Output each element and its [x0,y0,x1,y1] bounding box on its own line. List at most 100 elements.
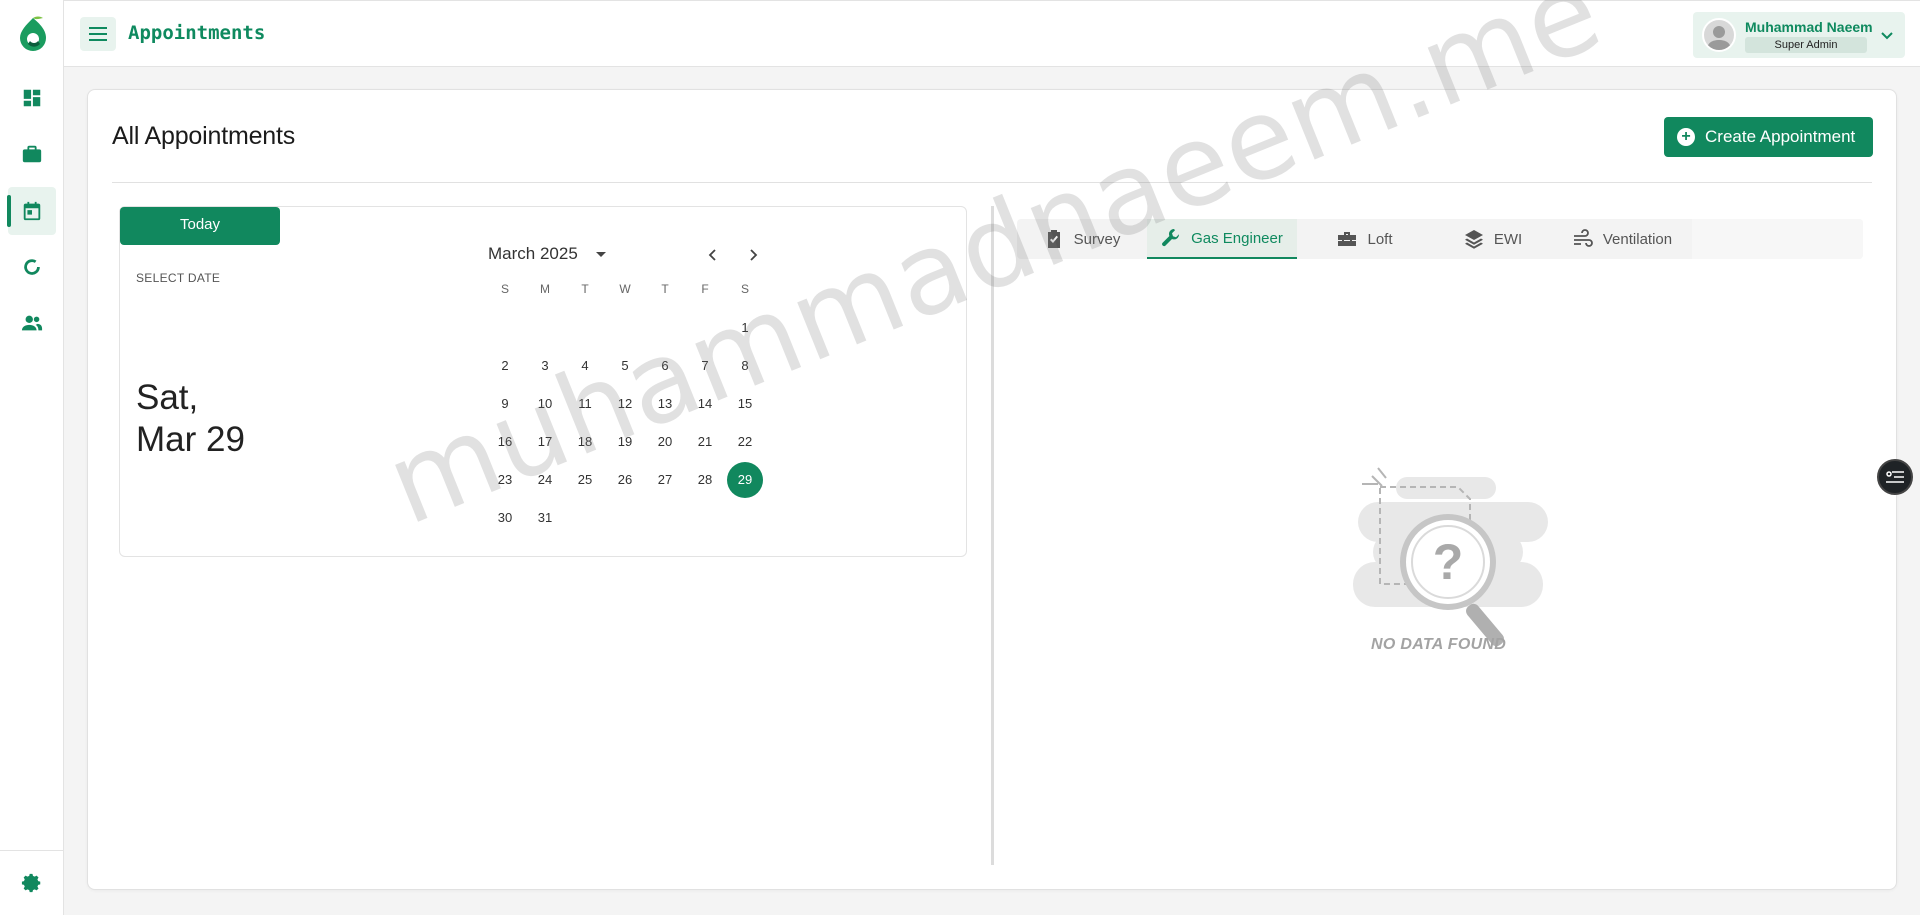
sidebar-item-settings[interactable] [8,859,56,907]
caret-down-icon [595,251,606,257]
sidebar-item-dashboard[interactable] [8,74,56,122]
sidebar-item-appointments[interactable] [7,187,56,235]
selected-month-day: Mar 29 [136,420,245,459]
tab-ewi[interactable]: EWI [1433,219,1553,259]
calendar-day[interactable]: 5 [607,348,643,384]
calendar-day-selected[interactable]: 29 [727,462,763,498]
create-appointment-button[interactable]: + Create Appointment [1664,117,1873,157]
tab-label: EWI [1493,230,1523,248]
calendar-day[interactable]: 14 [687,386,723,422]
date-picker: Today SELECT DATE Sat, Mar 29 March 2025… [119,206,967,557]
no-data-illustration: ? [1353,467,1548,647]
create-appointment-label: Create Appointment [1705,127,1856,146]
calendar-day[interactable]: 19 [607,424,643,460]
calendar-day[interactable]: 11 [567,386,603,422]
chevron-right-icon [750,249,758,261]
calendar-day[interactable]: 26 [607,462,643,498]
floating-filter-button[interactable] [1877,459,1913,495]
weekday-header: W [619,282,631,296]
month-year-selector[interactable]: March 2025 [488,244,606,264]
tab-loft[interactable]: Loft [1297,219,1433,259]
calendar-day[interactable]: 30 [487,500,523,536]
panel-divider [991,206,994,865]
clipboard-check-icon [1047,230,1060,248]
today-button[interactable]: Today [120,207,280,245]
month-year-label: March 2025 [488,244,578,263]
calendar-day[interactable]: 16 [487,424,523,460]
calendar-icon [23,201,41,221]
toolbox-icon [1338,232,1357,246]
calendar-day[interactable]: 28 [687,462,723,498]
page-title: Appointments [128,22,266,44]
empty-state: ? NO DATA FOUND [1348,462,1623,676]
layers-icon [1464,230,1483,249]
briefcase-icon [22,145,42,163]
user-menu[interactable]: Muhammad Naeem Super Admin [1693,12,1905,58]
calendar-day[interactable]: 12 [607,386,643,422]
next-month-button[interactable] [740,242,766,268]
app-logo[interactable] [16,14,50,52]
calendar-day[interactable]: 25 [567,462,603,498]
calendar-day[interactable]: 15 [727,386,763,422]
calendar-day[interactable]: 21 [687,424,723,460]
user-name: Muhammad Naeem [1745,19,1873,35]
user-role-badge: Super Admin [1745,37,1867,53]
weekday-header: M [540,282,550,296]
svg-text:?: ? [1433,534,1464,590]
user-avatar-icon [1707,26,1731,50]
avatar [1702,18,1736,52]
wind-icon [1573,229,1593,247]
select-date-label: SELECT DATE [136,271,221,285]
calendar-day[interactable]: 20 [647,424,683,460]
sidebar-footer [0,850,64,915]
section-title: All Appointments [112,122,296,150]
tab-ventilation[interactable]: Ventilation [1553,219,1692,259]
calendar-day[interactable]: 9 [487,386,523,422]
sidebar-item-reports[interactable] [8,243,56,291]
calendar-day[interactable]: 1 [727,310,763,346]
tabbar-filler [1692,219,1863,259]
selected-weekday: Sat, [136,378,199,417]
menu-toggle-button[interactable] [80,17,116,51]
tab-survey[interactable]: Survey [1017,219,1147,259]
calendar-day[interactable]: 23 [487,462,523,498]
previous-month-button[interactable] [700,242,726,268]
tab-gas-engineer[interactable]: Gas Engineer [1147,219,1297,259]
plus-circle-icon: + [1677,128,1695,146]
weekday-header: T [661,282,669,296]
calendar-day[interactable]: 6 [647,348,683,384]
sidebar-item-users[interactable] [8,299,56,347]
calendar-day[interactable]: 31 [527,500,563,536]
filter-list-icon [1886,471,1904,483]
sidebar [0,0,64,915]
divider [112,182,1872,183]
calendar-day[interactable]: 18 [567,424,603,460]
calendar-day[interactable]: 4 [567,348,603,384]
tab-label: Loft [1367,230,1393,248]
calendar-day[interactable]: 13 [647,386,683,422]
calendar-day[interactable]: 24 [527,462,563,498]
wrench-icon [1162,228,1180,247]
weekday-header: T [581,282,589,296]
calendar-day[interactable]: 10 [527,386,563,422]
tab-label: Ventilation [1602,230,1673,248]
calendar-day[interactable]: 22 [727,424,763,460]
sidebar-item-jobs[interactable] [8,130,56,178]
hamburger-icon [89,27,107,41]
chevron-down-icon [1881,32,1893,40]
weekday-header: S [500,282,509,296]
calendar-day[interactable]: 7 [687,348,723,384]
calendar-day[interactable]: 8 [727,348,763,384]
settings-icon [21,873,41,893]
refresh-icon [24,259,40,275]
appointments-card: All Appointments + Create Appointment To… [87,89,1897,890]
users-icon [21,315,43,331]
weekday-header: S [740,282,749,296]
calendar-day[interactable]: 2 [487,348,523,384]
calendar-day[interactable]: 17 [527,424,563,460]
weekday-header: F [701,282,709,296]
dashboard-icon [23,89,41,107]
calendar-day[interactable]: 3 [527,348,563,384]
tab-label: Survey [1073,230,1121,248]
calendar-day[interactable]: 27 [647,462,683,498]
